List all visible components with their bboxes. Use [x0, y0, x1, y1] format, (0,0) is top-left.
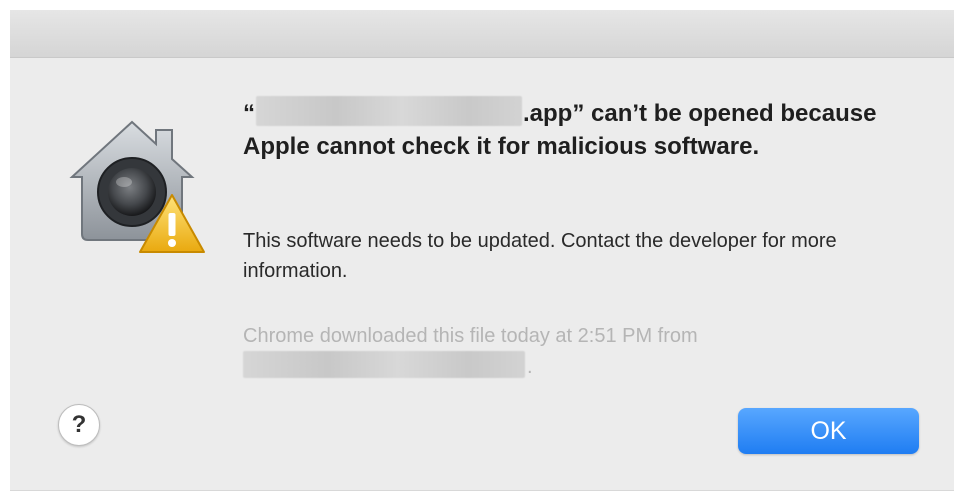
lock-lens [108, 168, 156, 216]
headline-open-quote: “ [243, 100, 255, 127]
download-source-suffix: . [527, 356, 533, 378]
gatekeeper-alert-dialog: “.app” can’t be opened because Apple can… [10, 58, 954, 491]
ok-button[interactable]: OK [738, 408, 919, 454]
download-source-text: Chrome downloaded this file today at 2:5… [243, 321, 903, 382]
alert-headline: “.app” can’t be opened because Apple can… [243, 96, 933, 163]
alert-message: This software needs to be updated. Conta… [243, 230, 837, 282]
redacted-source-url [243, 351, 525, 378]
gatekeeper-lock-warning-icon [69, 120, 205, 253]
help-button[interactable]: ? [58, 404, 100, 446]
screen: “.app” can’t be opened because Apple can… [0, 0, 954, 493]
dialog-titlebar[interactable] [10, 10, 954, 58]
download-source-prefix: Chrome downloaded this file today at 2:5… [243, 325, 698, 347]
redacted-app-name [256, 96, 522, 126]
